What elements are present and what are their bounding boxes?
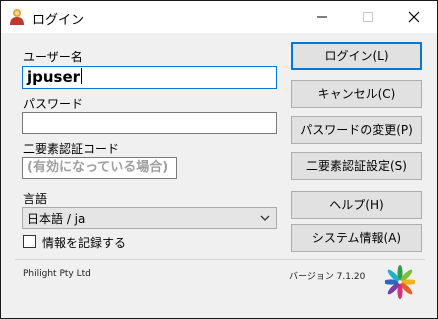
app-user-icon bbox=[9, 8, 25, 26]
username-input[interactable]: jpuser bbox=[22, 66, 277, 89]
maximize-icon bbox=[363, 12, 373, 22]
username-label: ユーザー名 bbox=[23, 50, 83, 64]
system-info-button[interactable]: システム情報(A) bbox=[291, 224, 422, 252]
login-dialog: ログイン ユーザー名 jpuser パスワード 二要素認証コード (有効になって… bbox=[0, 0, 438, 319]
title-bar: ログイン bbox=[1, 1, 437, 33]
minimize-icon bbox=[317, 16, 327, 18]
language-label: 言語 bbox=[23, 192, 48, 206]
minimize-button[interactable] bbox=[299, 1, 345, 33]
twofactor-label: 二要素認証コード bbox=[23, 142, 120, 156]
pinwheel-logo-icon bbox=[385, 265, 415, 299]
company-name: Philight Pty Ltd bbox=[23, 269, 91, 279]
close-button[interactable] bbox=[391, 1, 437, 33]
maximize-button[interactable] bbox=[345, 1, 391, 33]
cancel-button[interactable]: キャンセル(C) bbox=[291, 80, 422, 108]
change-password-button[interactable]: パスワードの変更(P) bbox=[291, 116, 422, 144]
text-caret bbox=[81, 68, 83, 84]
language-selected-value: 日本語 / ja bbox=[27, 212, 86, 226]
remember-label[interactable]: 情報を記録する bbox=[42, 234, 126, 251]
password-input[interactable] bbox=[22, 112, 277, 134]
window-title: ログイン bbox=[32, 13, 85, 28]
login-button[interactable]: ログイン(L) bbox=[291, 42, 422, 70]
close-icon bbox=[408, 11, 420, 23]
footer-divider bbox=[15, 259, 425, 260]
chevron-down-icon bbox=[260, 215, 270, 221]
help-button[interactable]: ヘルプ(H) bbox=[291, 191, 422, 219]
remember-checkbox[interactable] bbox=[23, 235, 36, 248]
password-label: パスワード bbox=[23, 97, 84, 111]
twofactor-settings-button[interactable]: 二要素認証設定(S) bbox=[291, 152, 422, 180]
twofactor-input[interactable]: (有効になっている場合) bbox=[22, 157, 177, 179]
version-label: バージョン 7.1.20 bbox=[289, 272, 366, 282]
twofactor-placeholder: (有効になっている場合) bbox=[27, 160, 169, 175]
username-value: jpuser bbox=[27, 68, 81, 86]
language-select[interactable]: 日本語 / ja bbox=[22, 207, 277, 229]
